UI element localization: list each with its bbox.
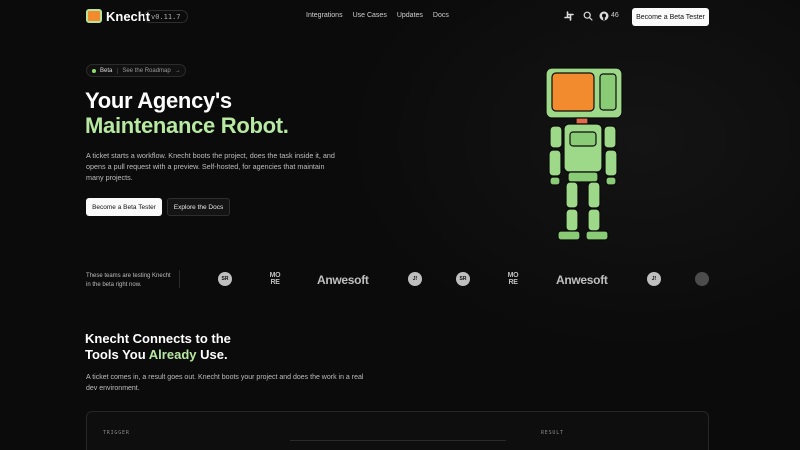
version-badge: v0.11.7 xyxy=(144,10,188,23)
github-star-count[interactable]: 46 xyxy=(611,12,619,19)
roadmap-pill[interactable]: Beta See the Roadmap → xyxy=(86,64,186,77)
connects-title-accent: Already xyxy=(148,347,197,362)
nav-link-updates[interactable]: Updates xyxy=(397,12,423,19)
partner-logo-j: J! xyxy=(647,272,661,286)
beta-teams-text: These teams are testing Knecht in the be… xyxy=(86,273,171,288)
become-beta-tester-button[interactable]: Become a Beta Tester xyxy=(86,198,162,216)
nav-link-docs[interactable]: Docs xyxy=(433,12,449,19)
status-dot-icon xyxy=(92,68,96,73)
logo-strip-divider xyxy=(179,270,180,288)
partner-logo-anwesoft: Anwesoft xyxy=(556,273,608,287)
hero-title-line1: Your Agency's xyxy=(85,88,232,113)
slack-icon[interactable] xyxy=(564,11,574,24)
connects-description: A ticket comes in, a result goes out. Kn… xyxy=(86,374,364,392)
partner-logo-sr: SR xyxy=(218,272,232,286)
hero-title-line2: Maintenance Robot. xyxy=(85,113,289,138)
trigger-label: TRIGGER xyxy=(103,430,130,436)
partner-logo-sr: SR xyxy=(456,272,470,286)
roadmap-link[interactable]: See the Roadmap xyxy=(122,68,170,74)
connects-title-line2-pre: Tools You xyxy=(85,347,149,362)
arrow-right-icon: → xyxy=(174,67,181,74)
nav-link-integrations[interactable]: Integrations xyxy=(306,12,343,19)
top-nav: Knecht v0.11.7 Integrations Use Cases Up… xyxy=(0,0,800,34)
partner-logo-more: MO RE xyxy=(507,272,519,286)
partner-logos: SR MO RE Anwesoft J! SR MO RE Anwesoft J! xyxy=(200,268,710,292)
search-icon[interactable] xyxy=(583,11,593,24)
connects-title-line1: Knecht Connects to the xyxy=(85,331,231,346)
robot-illustration xyxy=(545,67,623,241)
nav-beta-button[interactable]: Become a Beta Tester xyxy=(632,8,709,26)
beta-label: Beta xyxy=(100,67,119,74)
workflow-connector-line xyxy=(290,440,506,441)
knecht-logo-icon[interactable] xyxy=(86,9,102,23)
result-label: RESULT xyxy=(541,430,564,436)
hero-title: Your Agency's Maintenance Robot. xyxy=(85,88,289,138)
partner-logo-anwesoft: Anwesoft xyxy=(317,273,369,287)
nav-link-use-cases[interactable]: Use Cases xyxy=(353,12,387,19)
partner-logo-faded xyxy=(695,272,709,286)
partner-logo-more: MO RE xyxy=(269,272,281,286)
nav-links: Integrations Use Cases Updates Docs xyxy=(306,12,449,19)
hero-description: A ticket starts a workflow. Knecht boots… xyxy=(86,151,335,182)
connects-title-line2-post: Use. xyxy=(196,347,228,362)
partner-logo-j: J! xyxy=(408,272,422,286)
github-icon[interactable] xyxy=(599,11,609,24)
workflow-panel xyxy=(86,411,709,450)
explore-docs-button[interactable]: Explore the Docs xyxy=(167,198,230,216)
connects-section-title: Knecht Connects to the Tools You Already… xyxy=(85,331,231,363)
